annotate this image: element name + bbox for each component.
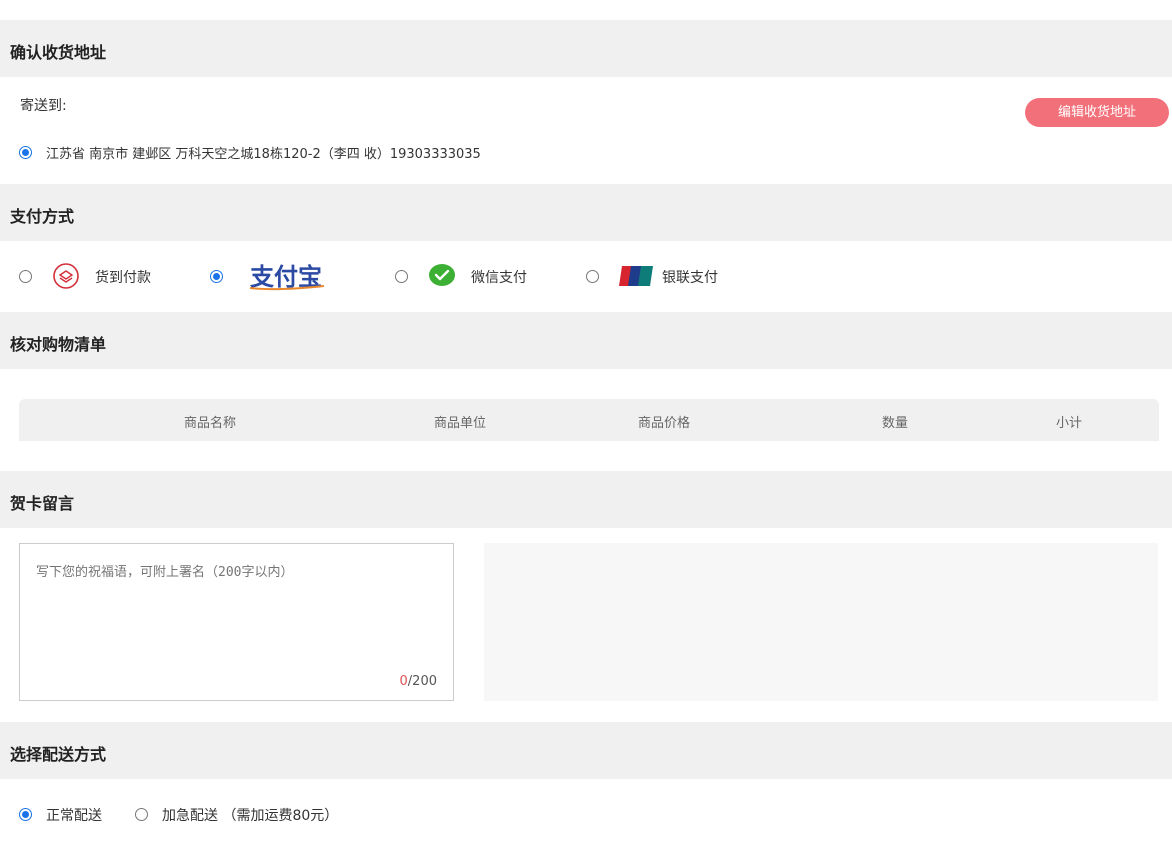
address-radio[interactable]: [19, 146, 32, 159]
delivery-express-radio[interactable]: [135, 808, 148, 821]
column-subtotal: 小计: [1056, 416, 1083, 431]
card-message-box: 0/200: [19, 543, 454, 701]
address-section-header: 确认收货地址: [0, 20, 1172, 77]
cart-section-title: 核对购物清单: [10, 335, 107, 354]
payment-section-header: 支付方式: [0, 184, 1172, 241]
card-message-textarea[interactable]: [20, 544, 453, 700]
delivery-section-title: 选择配送方式: [10, 745, 107, 764]
delivery-normal-radio[interactable]: [19, 808, 32, 821]
edit-address-button-label: 编辑收货地址: [1057, 105, 1136, 120]
column-product-unit: 商品单位: [434, 416, 487, 431]
column-product-name: 商品名称: [184, 416, 237, 431]
payment-section-title: 支付方式: [10, 207, 75, 226]
char-counter-current: 0: [399, 674, 408, 689]
payment-cod-label[interactable]: 货到付款: [95, 267, 151, 287]
address-text: 江苏省 南京市 建邺区 万科天空之城18栋120-2（李四 收）19303333…: [46, 147, 481, 162]
delivery-express-label[interactable]: 加急配送 （需加运费80元）: [162, 805, 338, 825]
ship-to-label: 寄送到:: [20, 98, 67, 114]
cod-icon: [53, 263, 79, 289]
card-message-section-title: 贺卡留言: [10, 494, 75, 513]
delivery-section-header: 选择配送方式: [0, 722, 1172, 779]
delivery-normal-label[interactable]: 正常配送: [46, 805, 102, 825]
edit-address-button[interactable]: 编辑收货地址: [1025, 98, 1169, 127]
payment-unionpay-radio[interactable]: [586, 270, 599, 283]
payment-wechat-radio[interactable]: [395, 270, 408, 283]
column-product-price: 商品价格: [638, 416, 691, 431]
alipay-logo[interactable]: 支付宝: [248, 260, 328, 292]
char-counter-max: /200: [407, 674, 437, 689]
payment-wechat-label[interactable]: 微信支付: [471, 267, 527, 287]
column-quantity: 数量: [882, 416, 909, 431]
payment-alipay-radio[interactable]: [210, 270, 223, 283]
payment-cod-radio[interactable]: [19, 270, 32, 283]
payment-unionpay-label[interactable]: 银联支付: [662, 267, 718, 287]
address-section-title: 确认收货地址: [10, 43, 107, 62]
cart-section-header: 核对购物清单: [0, 312, 1172, 369]
card-message-section-header: 贺卡留言: [0, 471, 1172, 528]
char-counter: 0/200: [400, 674, 437, 689]
unionpay-icon: [619, 265, 653, 287]
card-preview-panel: [484, 543, 1158, 701]
wechat-icon: [428, 263, 456, 289]
